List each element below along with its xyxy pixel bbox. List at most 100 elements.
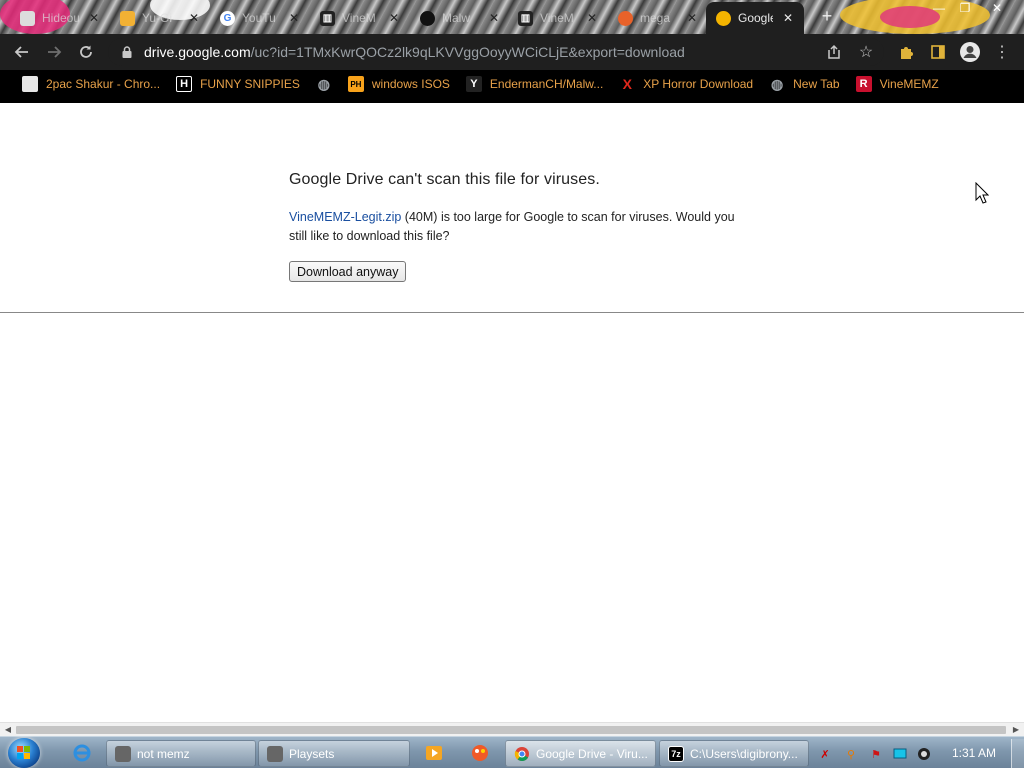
horizontal-scrollbar[interactable]: ◀ ▶	[0, 722, 1024, 736]
bookmark-star-icon[interactable]: ☆	[853, 39, 879, 65]
address-bar[interactable]: drive.google.com/uc?id=1TMxKwrQOCz2lk9qL…	[108, 38, 884, 66]
restore-icon[interactable]: ❐	[954, 1, 976, 17]
lock-icon[interactable]	[120, 45, 134, 59]
paint-app-icon[interactable]	[468, 742, 492, 764]
github-icon	[420, 10, 435, 26]
mega-icon	[618, 10, 633, 26]
close-icon[interactable]: ✕	[86, 10, 102, 26]
file-link[interactable]: VineMEMZ-Legit.zip	[289, 210, 401, 224]
media-player-icon[interactable]	[422, 742, 446, 764]
tab-title: Yu-Gi	[142, 11, 173, 25]
close-icon[interactable]: ✕	[584, 10, 600, 26]
mouse-cursor-icon	[975, 182, 989, 204]
show-desktop-button[interactable]	[1011, 739, 1024, 768]
page-title: Google Drive can't scan this file for vi…	[289, 171, 600, 188]
taskbar-label: Playsets	[289, 746, 335, 761]
tray-search-icon[interactable]: ⚲	[843, 746, 859, 762]
tab-2[interactable]: G YouTu ✕	[210, 4, 310, 32]
scroll-left-icon[interactable]: ◀	[3, 725, 13, 735]
side-panel-icon[interactable]	[925, 39, 951, 65]
tab-title: Malw	[442, 11, 471, 25]
download-anyway-button[interactable]: Download anyway	[289, 261, 407, 282]
url-host: drive.google.com	[144, 44, 251, 60]
tab-title: mega	[640, 11, 671, 25]
forward-icon[interactable]	[41, 39, 67, 65]
new-tab-button[interactable]: +	[818, 7, 836, 25]
taskbar-item-7zip[interactable]: 7z C:\Users\digibrony...	[659, 740, 809, 767]
internet-explorer-icon[interactable]	[70, 742, 94, 764]
file-size: (40M)	[404, 210, 438, 224]
bookmark-vinememz[interactable]: R VineMEMZ	[848, 72, 947, 96]
youtube-pro-icon: Y	[465, 76, 482, 92]
back-icon[interactable]	[9, 39, 35, 65]
taskbar: not memz Playsets Google Drive - Viru...…	[0, 736, 1024, 768]
windows-logo-icon	[17, 746, 30, 759]
browser-toolbar: drive.google.com/uc?id=1TMxKwrQOCz2lk9qL…	[0, 34, 1024, 70]
tray-flag-icon[interactable]: ⚑	[868, 746, 884, 762]
google-icon: G	[220, 10, 235, 26]
tab-6[interactable]: mega ✕	[608, 4, 708, 32]
h-icon: H	[176, 76, 193, 92]
minimize-icon[interactable]: —	[928, 1, 950, 17]
taskbar-label: not memz	[137, 746, 190, 761]
close-icon[interactable]: ✕	[286, 10, 302, 26]
bookmark-endermanch[interactable]: Y EndermanCH/Malw...	[458, 72, 611, 96]
ph-icon: PH	[347, 76, 364, 92]
tray-monitor-icon[interactable]	[892, 746, 908, 762]
tab-strip: Hideous ✕ Yu-Gi ✕ G YouTu ✕ ▥ VineM ✕ Ma…	[0, 0, 1024, 34]
bookmark-new-tab[interactable]: ◍ New Tab	[761, 72, 847, 96]
bookmark-funny-snippies[interactable]: H FUNNY SNIPPIES	[168, 72, 308, 96]
bookmark-xp-horror[interactable]: X XP Horror Download	[611, 72, 761, 96]
divider-line	[0, 312, 1024, 313]
close-icon[interactable]: ✕	[486, 10, 502, 26]
page-viewport: Google Drive can't scan this file for vi…	[0, 103, 1024, 722]
menu-kebab-icon[interactable]: ⋮	[989, 39, 1015, 65]
x-icon: X	[622, 76, 632, 92]
roblox-r-icon: R	[855, 76, 872, 92]
tab-title: Google	[738, 11, 773, 25]
tab-1[interactable]: Yu-Gi ✕	[110, 4, 210, 32]
globe-icon: ◍	[771, 75, 784, 92]
taskbar-label: Google Drive - Viru...	[536, 746, 648, 761]
start-button[interactable]	[8, 738, 40, 768]
archive-icon: ▥	[320, 10, 335, 26]
close-icon[interactable]: ✕	[684, 10, 700, 26]
taskbar-clock[interactable]: 1:31 AM	[946, 746, 1002, 760]
taskbar-label: C:\Users\digibrony...	[690, 746, 798, 761]
close-icon[interactable]: ✕	[386, 10, 402, 26]
taskbar-item-chrome[interactable]: Google Drive - Viru...	[505, 740, 656, 767]
scroll-right-icon[interactable]: ▶	[1011, 725, 1021, 735]
tray-tool-icon[interactable]: ✗	[817, 746, 833, 762]
profile-avatar[interactable]	[957, 39, 983, 65]
bookmarks-bar: 2pac Shakur - Chro... H FUNNY SNIPPIES ◍…	[0, 70, 1024, 98]
bookmark-globe[interactable]: ◍	[308, 72, 340, 96]
close-icon[interactable]: ✕	[186, 10, 202, 26]
archive-icon: ▥	[518, 10, 533, 26]
chrome-icon	[514, 746, 530, 762]
virus-scan-warning: Google Drive can't scan this file for vi…	[289, 171, 739, 282]
close-window-icon[interactable]: ✕	[986, 1, 1008, 17]
tray-volume-icon[interactable]	[916, 746, 932, 762]
taskbar-item-playsets[interactable]: Playsets	[258, 740, 410, 767]
tab-4[interactable]: Malw ✕	[410, 4, 510, 32]
tab-active[interactable]: Google ✕	[706, 2, 804, 34]
tab-5[interactable]: ▥ VineM ✕	[508, 4, 608, 32]
tab-title: VineM	[540, 11, 574, 25]
bookmark-2pac[interactable]: 2pac Shakur - Chro...	[14, 72, 168, 96]
bookmark-label: XP Horror Download	[643, 77, 754, 91]
taskbar-item-not-memz[interactable]: not memz	[106, 740, 256, 767]
tab-title: YouTu	[242, 11, 276, 25]
scrollbar-thumb[interactable]	[16, 726, 1006, 734]
bookmark-label: 2pac Shakur - Chro...	[46, 77, 161, 91]
share-icon[interactable]	[821, 39, 847, 65]
reload-icon[interactable]	[73, 39, 99, 65]
bookmark-windows-isos[interactable]: PH windows ISOS	[340, 72, 458, 96]
extensions-icon[interactable]	[893, 39, 919, 65]
tab-3[interactable]: ▥ VineM ✕	[310, 4, 410, 32]
bookmark-label: FUNNY SNIPPIES	[200, 77, 300, 91]
tab-title: Hideous	[42, 11, 79, 25]
tab-0[interactable]: Hideous ✕	[10, 4, 110, 32]
7zip-icon: 7z	[668, 745, 684, 762]
url-path: /uc?id=1TMxKwrQOCz2lk9qLKVVggOoyyWCiCLjE…	[250, 44, 685, 60]
close-icon[interactable]: ✕	[780, 10, 796, 26]
